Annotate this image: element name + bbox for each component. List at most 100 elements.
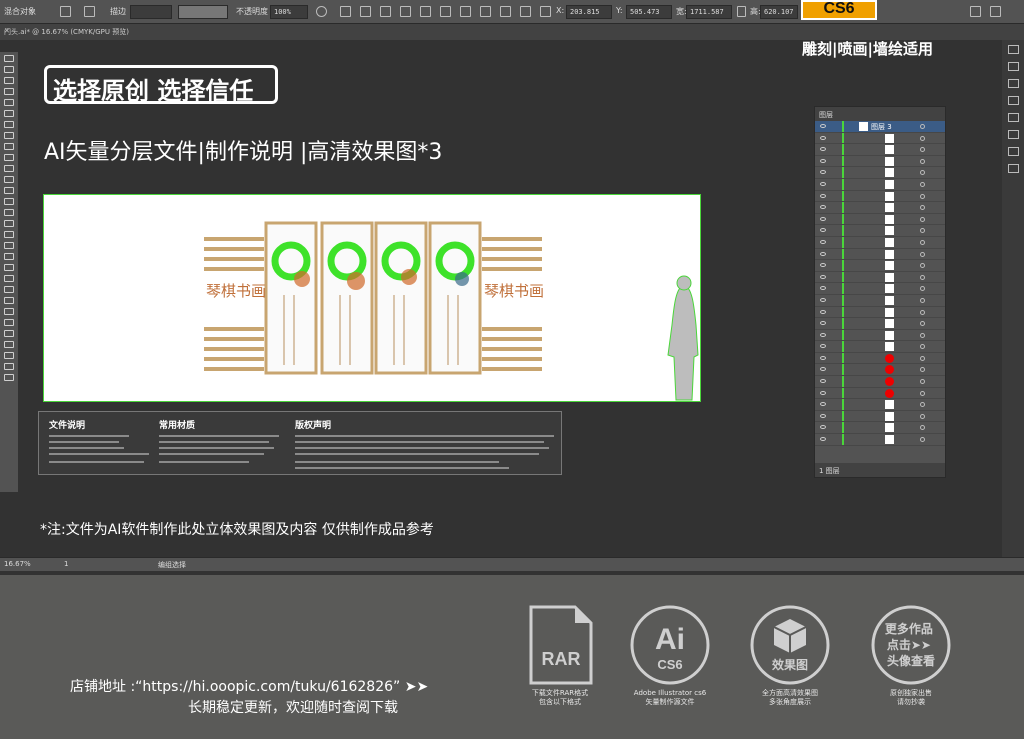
align-middle-icon[interactable] [420,6,431,17]
layer-row[interactable] [815,167,945,179]
layers-panel-tab[interactable]: 图层 [815,107,945,121]
layer-row[interactable] [815,352,945,365]
isolate-icon[interactable] [970,6,981,17]
layer-row[interactable] [815,155,945,168]
target-circle-icon[interactable] [920,344,925,350]
variable-width-select[interactable] [178,5,228,19]
artboard-tool-icon[interactable] [4,319,14,326]
visibility-eye-icon[interactable] [820,367,826,372]
target-circle-icon[interactable] [920,367,925,373]
target-circle-icon[interactable] [920,181,925,187]
target-circle-icon[interactable] [920,437,925,443]
fill-swatch-icon[interactable] [60,6,71,17]
line-tool-icon[interactable] [4,132,14,139]
swatches-panel-icon[interactable] [1007,62,1019,71]
target-circle-icon[interactable] [920,274,925,280]
align-right-icon[interactable] [380,6,391,17]
target-circle-icon[interactable] [920,216,925,222]
color-panel-icon[interactable] [1007,45,1019,54]
target-circle-icon[interactable] [920,228,925,234]
perspective-grid-tool-icon[interactable] [4,242,14,249]
layer-row[interactable] [815,225,945,237]
stroke-swatch-icon[interactable] [84,6,95,17]
direct-selection-tool-icon[interactable] [4,66,14,73]
rectangle-tool-icon[interactable] [4,143,14,150]
recolor-icon[interactable] [316,6,327,17]
layer-row[interactable] [815,202,945,214]
appearance-panel-icon[interactable] [1007,164,1019,173]
menu-icon[interactable] [990,6,1001,17]
magic-wand-tool-icon[interactable] [4,77,14,84]
layer-row[interactable] [815,306,945,319]
layer-row[interactable] [815,132,945,145]
scale-tool-icon[interactable] [4,198,14,205]
layer-row[interactable] [815,376,945,388]
layer-row[interactable] [815,422,945,435]
layer-name[interactable]: 图层 3 [871,122,892,132]
zoom-tool-icon[interactable] [4,352,14,359]
target-circle-icon[interactable] [920,263,925,269]
visibility-eye-icon[interactable] [820,181,826,186]
opacity-input[interactable]: 100% [270,5,308,19]
visibility-eye-icon[interactable] [820,309,826,314]
mesh-tool-icon[interactable] [4,253,14,260]
visibility-eye-icon[interactable] [820,274,826,279]
more-works-badge[interactable]: 更多作品 点击➤➤ 头像查看 原创独家出售 请勿抄袭 [863,603,959,707]
width-input[interactable]: 1711.587 [686,5,732,19]
visibility-eye-icon[interactable] [820,147,826,152]
visibility-eye-icon[interactable] [820,297,826,302]
visibility-eye-icon[interactable] [820,263,826,268]
layer-row[interactable] [815,178,945,191]
visibility-eye-icon[interactable] [820,390,826,395]
target-circle-icon[interactable] [920,170,925,176]
target-circle-icon[interactable] [920,413,925,419]
width-tool-icon[interactable] [4,209,14,216]
target-circle-icon[interactable] [920,297,925,303]
pen-tool-icon[interactable] [4,99,14,106]
align-bottom-icon[interactable] [440,6,451,17]
layer-row[interactable] [815,341,945,353]
link-proportions-icon[interactable] [737,6,746,17]
layer-row[interactable] [815,213,945,226]
layer-row[interactable] [815,318,945,330]
artboard-navigator[interactable]: 1 [64,560,68,568]
distribute-h-icon[interactable] [480,6,491,17]
align-top-icon[interactable] [400,6,411,17]
visibility-eye-icon[interactable] [820,286,826,291]
layer-row[interactable] [815,271,945,284]
align-left-icon[interactable] [340,6,351,17]
shape-builder-tool-icon[interactable] [4,231,14,238]
layer-row[interactable] [815,236,945,249]
target-circle-icon[interactable] [920,147,925,153]
target-circle-icon[interactable] [920,309,925,315]
layer-row[interactable] [815,364,945,377]
visibility-eye-icon[interactable] [820,124,826,128]
symbol-sprayer-tool-icon[interactable] [4,297,14,304]
distribute-icon[interactable] [460,6,471,17]
visibility-eye-icon[interactable] [820,170,826,175]
y-input[interactable]: 505.473 [626,5,672,19]
layer-row[interactable] [815,410,945,423]
visibility-eye-icon[interactable] [820,402,826,407]
symbols-panel-icon[interactable] [1007,96,1019,105]
gradient-panel-icon[interactable] [1007,130,1019,139]
visibility-eye-icon[interactable] [820,239,826,244]
screen-mode-icon[interactable] [4,374,14,381]
brushes-panel-icon[interactable] [1007,79,1019,88]
visibility-eye-icon[interactable] [820,321,826,326]
x-input[interactable]: 203.815 [566,5,612,19]
target-circle-icon[interactable] [920,205,925,211]
stroke-panel-icon[interactable] [1007,113,1019,122]
reference-point-icon[interactable] [540,6,551,17]
close-icon[interactable]: ✕ [4,27,10,35]
target-circle-icon[interactable] [920,239,925,245]
type-tool-icon[interactable] [4,121,14,128]
slice-tool-icon[interactable] [4,330,14,337]
selection-tool-icon[interactable] [4,55,14,62]
layer-row[interactable] [815,294,945,307]
visibility-eye-icon[interactable] [820,379,826,384]
visibility-eye-icon[interactable] [820,344,826,349]
visibility-eye-icon[interactable] [820,437,826,442]
rotate-tool-icon[interactable] [4,187,14,194]
eraser-tool-icon[interactable] [4,176,14,183]
